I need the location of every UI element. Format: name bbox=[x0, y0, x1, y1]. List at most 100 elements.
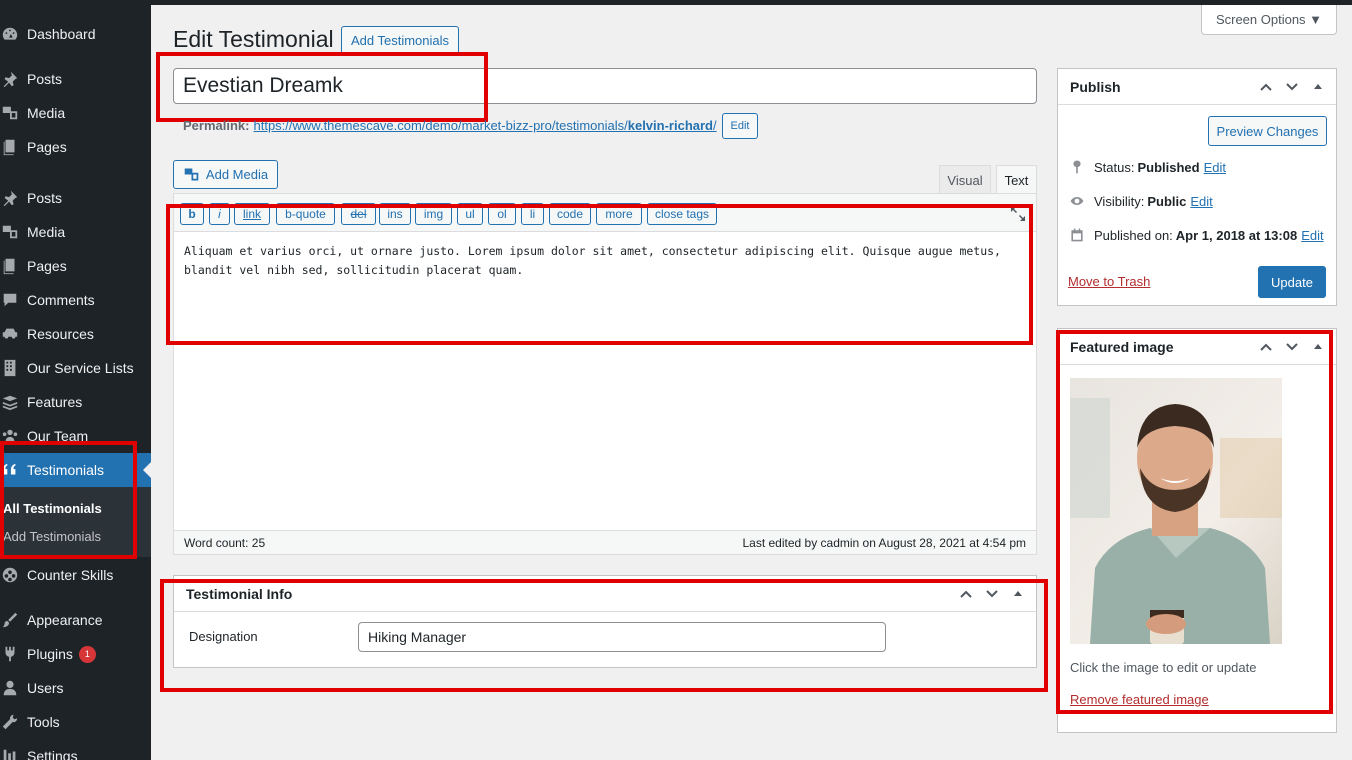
fullscreen-icon[interactable] bbox=[1010, 206, 1026, 222]
move-down-icon[interactable] bbox=[1284, 338, 1300, 356]
text-editor: b i link b-quote del ins img ul ol li co… bbox=[173, 193, 1037, 555]
preview-changes-button[interactable]: Preview Changes bbox=[1208, 116, 1327, 146]
update-button[interactable]: Update bbox=[1258, 266, 1326, 298]
qt-ul-button[interactable]: ul bbox=[457, 203, 483, 225]
sidebar-item-label: Pages bbox=[27, 139, 67, 155]
add-testimonials-button[interactable]: Add Testimonials bbox=[341, 26, 459, 54]
qt-ins-button[interactable]: ins bbox=[379, 203, 411, 225]
visibility-value: Public bbox=[1147, 193, 1187, 209]
qt-li-button[interactable]: li bbox=[521, 203, 544, 225]
submenu-all-testimonials[interactable]: All Testimonials bbox=[3, 501, 102, 516]
quote-icon bbox=[0, 460, 20, 480]
move-down-icon[interactable] bbox=[984, 585, 1000, 603]
sidebar-item-label: Posts bbox=[27, 71, 63, 87]
permalink-tail: / bbox=[713, 118, 717, 133]
media-icon bbox=[0, 103, 20, 123]
tab-visual[interactable]: Visual bbox=[939, 165, 991, 194]
last-edited: Last edited by cadmin on August 28, 2021… bbox=[742, 535, 1026, 550]
add-media-label: Add Media bbox=[205, 167, 269, 182]
featured-image-header: Featured image bbox=[1058, 329, 1336, 365]
published-edit-link[interactable]: Edit bbox=[1301, 228, 1323, 243]
permalink-edit-button[interactable]: Edit bbox=[722, 113, 758, 139]
sidebar-item-posts-2[interactable]: Posts bbox=[0, 181, 151, 215]
sidebar-item-label: Counter Skills bbox=[27, 567, 114, 583]
publish-controls bbox=[1258, 78, 1326, 96]
layers-icon bbox=[0, 392, 20, 412]
move-up-icon[interactable] bbox=[1258, 338, 1274, 356]
post-title-input[interactable]: Evestian Dreamk bbox=[173, 68, 1037, 104]
word-count: Word count: 25 bbox=[184, 535, 266, 550]
editor-content[interactable]: Aliquam et varius orci, ut ornare justo.… bbox=[184, 242, 1024, 280]
move-down-icon[interactable] bbox=[1284, 78, 1300, 96]
testimonial-info-title: Testimonial Info bbox=[186, 585, 293, 602]
collapse-icon[interactable] bbox=[1310, 78, 1326, 96]
sidebar-item-features[interactable]: Features bbox=[0, 385, 151, 419]
sidebar-item-dashboard[interactable]: Dashboard bbox=[0, 17, 151, 51]
sidebar-item-comments[interactable]: Comments bbox=[0, 283, 151, 317]
move-up-icon[interactable] bbox=[958, 585, 974, 603]
sidebar-item-tools[interactable]: Tools bbox=[0, 705, 151, 739]
collapse-icon[interactable] bbox=[1010, 585, 1026, 603]
permalink-url: https://www.themescave.com/demo/market-b… bbox=[253, 118, 628, 133]
sidebar-item-pages[interactable]: Pages bbox=[0, 130, 151, 164]
status-label: Status: bbox=[1094, 159, 1135, 175]
testimonial-info-controls bbox=[958, 585, 1026, 603]
screen-options-button[interactable]: Screen Options ▼ bbox=[1201, 5, 1337, 35]
testimonial-info-body: Designation Hiking Manager bbox=[174, 612, 1036, 668]
qt-img-button[interactable]: img bbox=[415, 203, 452, 225]
visibility-edit-link[interactable]: Edit bbox=[1190, 194, 1212, 209]
qt-ol-button[interactable]: ol bbox=[488, 203, 516, 225]
sidebar-item-resources[interactable]: Resources bbox=[0, 317, 151, 351]
publish-title: Publish bbox=[1070, 78, 1121, 95]
collapse-icon[interactable] bbox=[1310, 338, 1326, 356]
qt-italic-button[interactable]: i bbox=[209, 203, 230, 225]
add-media-button[interactable]: Add Media bbox=[173, 160, 278, 189]
sidebar-item-label: Settings bbox=[27, 748, 78, 760]
sidebar-item-label: Posts bbox=[27, 190, 63, 206]
media-icon bbox=[0, 222, 20, 242]
sidebar-item-appearance[interactable]: Appearance bbox=[0, 603, 151, 637]
sidebar-item-label: Comments bbox=[27, 292, 95, 308]
sidebar-item-label: Resources bbox=[27, 326, 94, 342]
qt-code-button[interactable]: code bbox=[549, 203, 591, 225]
testimonials-submenu: All Testimonials Add Testimonials bbox=[0, 487, 151, 557]
permalink-link[interactable]: https://www.themescave.com/demo/market-b… bbox=[253, 118, 716, 133]
remove-featured-image-link[interactable]: Remove featured image bbox=[1070, 692, 1209, 707]
qt-link-button[interactable]: link bbox=[234, 203, 270, 225]
pages-icon bbox=[0, 256, 20, 276]
sidebar-item-plugins[interactable]: Plugins 1 bbox=[0, 637, 151, 671]
sidebar-item-label: Pages bbox=[27, 258, 67, 274]
permalink-slug: kelvin-richard bbox=[627, 118, 713, 133]
qt-bquote-button[interactable]: b-quote bbox=[276, 203, 335, 225]
tab-text[interactable]: Text bbox=[996, 165, 1037, 194]
featured-image-box: Featured image Click the image to edit o… bbox=[1057, 328, 1337, 733]
wheel-icon bbox=[0, 565, 20, 585]
sidebar-item-users[interactable]: Users bbox=[0, 671, 151, 705]
published-on-row: Published on: Apr 1, 2018 at 13:08 Edit bbox=[1068, 226, 1324, 244]
sidebar-item-pages-2[interactable]: Pages bbox=[0, 249, 151, 283]
designation-input[interactable]: Hiking Manager bbox=[358, 622, 886, 652]
sidebar-item-label: Testimonials bbox=[27, 462, 105, 478]
featured-image-thumbnail[interactable] bbox=[1070, 378, 1282, 644]
sidebar-item-counter-skills[interactable]: Counter Skills bbox=[0, 558, 151, 592]
publish-box: Publish Preview Changes Status: Published… bbox=[1057, 68, 1337, 306]
sidebar-item-media[interactable]: Media bbox=[0, 96, 151, 130]
sidebar-item-media-2[interactable]: Media bbox=[0, 215, 151, 249]
sidebar-item-settings[interactable]: Settings bbox=[0, 739, 151, 760]
submenu-add-testimonials[interactable]: Add Testimonials bbox=[3, 529, 101, 544]
sidebar-item-testimonials[interactable]: Testimonials bbox=[0, 453, 151, 487]
sidebar-item-our-team[interactable]: Our Team bbox=[0, 419, 151, 453]
sidebar-item-our-service-lists[interactable]: Our Service Lists bbox=[0, 351, 151, 385]
publish-header: Publish bbox=[1058, 69, 1336, 105]
sidebar-item-posts[interactable]: Posts bbox=[0, 62, 151, 96]
qt-bold-button[interactable]: b bbox=[180, 203, 204, 225]
sidebar-item-label: Media bbox=[27, 105, 66, 121]
move-to-trash-link[interactable]: Move to Trash bbox=[1068, 274, 1150, 289]
sidebar-item-label: Dashboard bbox=[27, 26, 96, 42]
qt-del-button[interactable]: del bbox=[341, 203, 376, 225]
status-edit-link[interactable]: Edit bbox=[1204, 160, 1226, 175]
qt-more-button[interactable]: more bbox=[596, 203, 642, 225]
sidebar-item-label: Tools bbox=[27, 714, 60, 730]
qt-close-tags-button[interactable]: close tags bbox=[647, 203, 717, 225]
move-up-icon[interactable] bbox=[1258, 78, 1274, 96]
